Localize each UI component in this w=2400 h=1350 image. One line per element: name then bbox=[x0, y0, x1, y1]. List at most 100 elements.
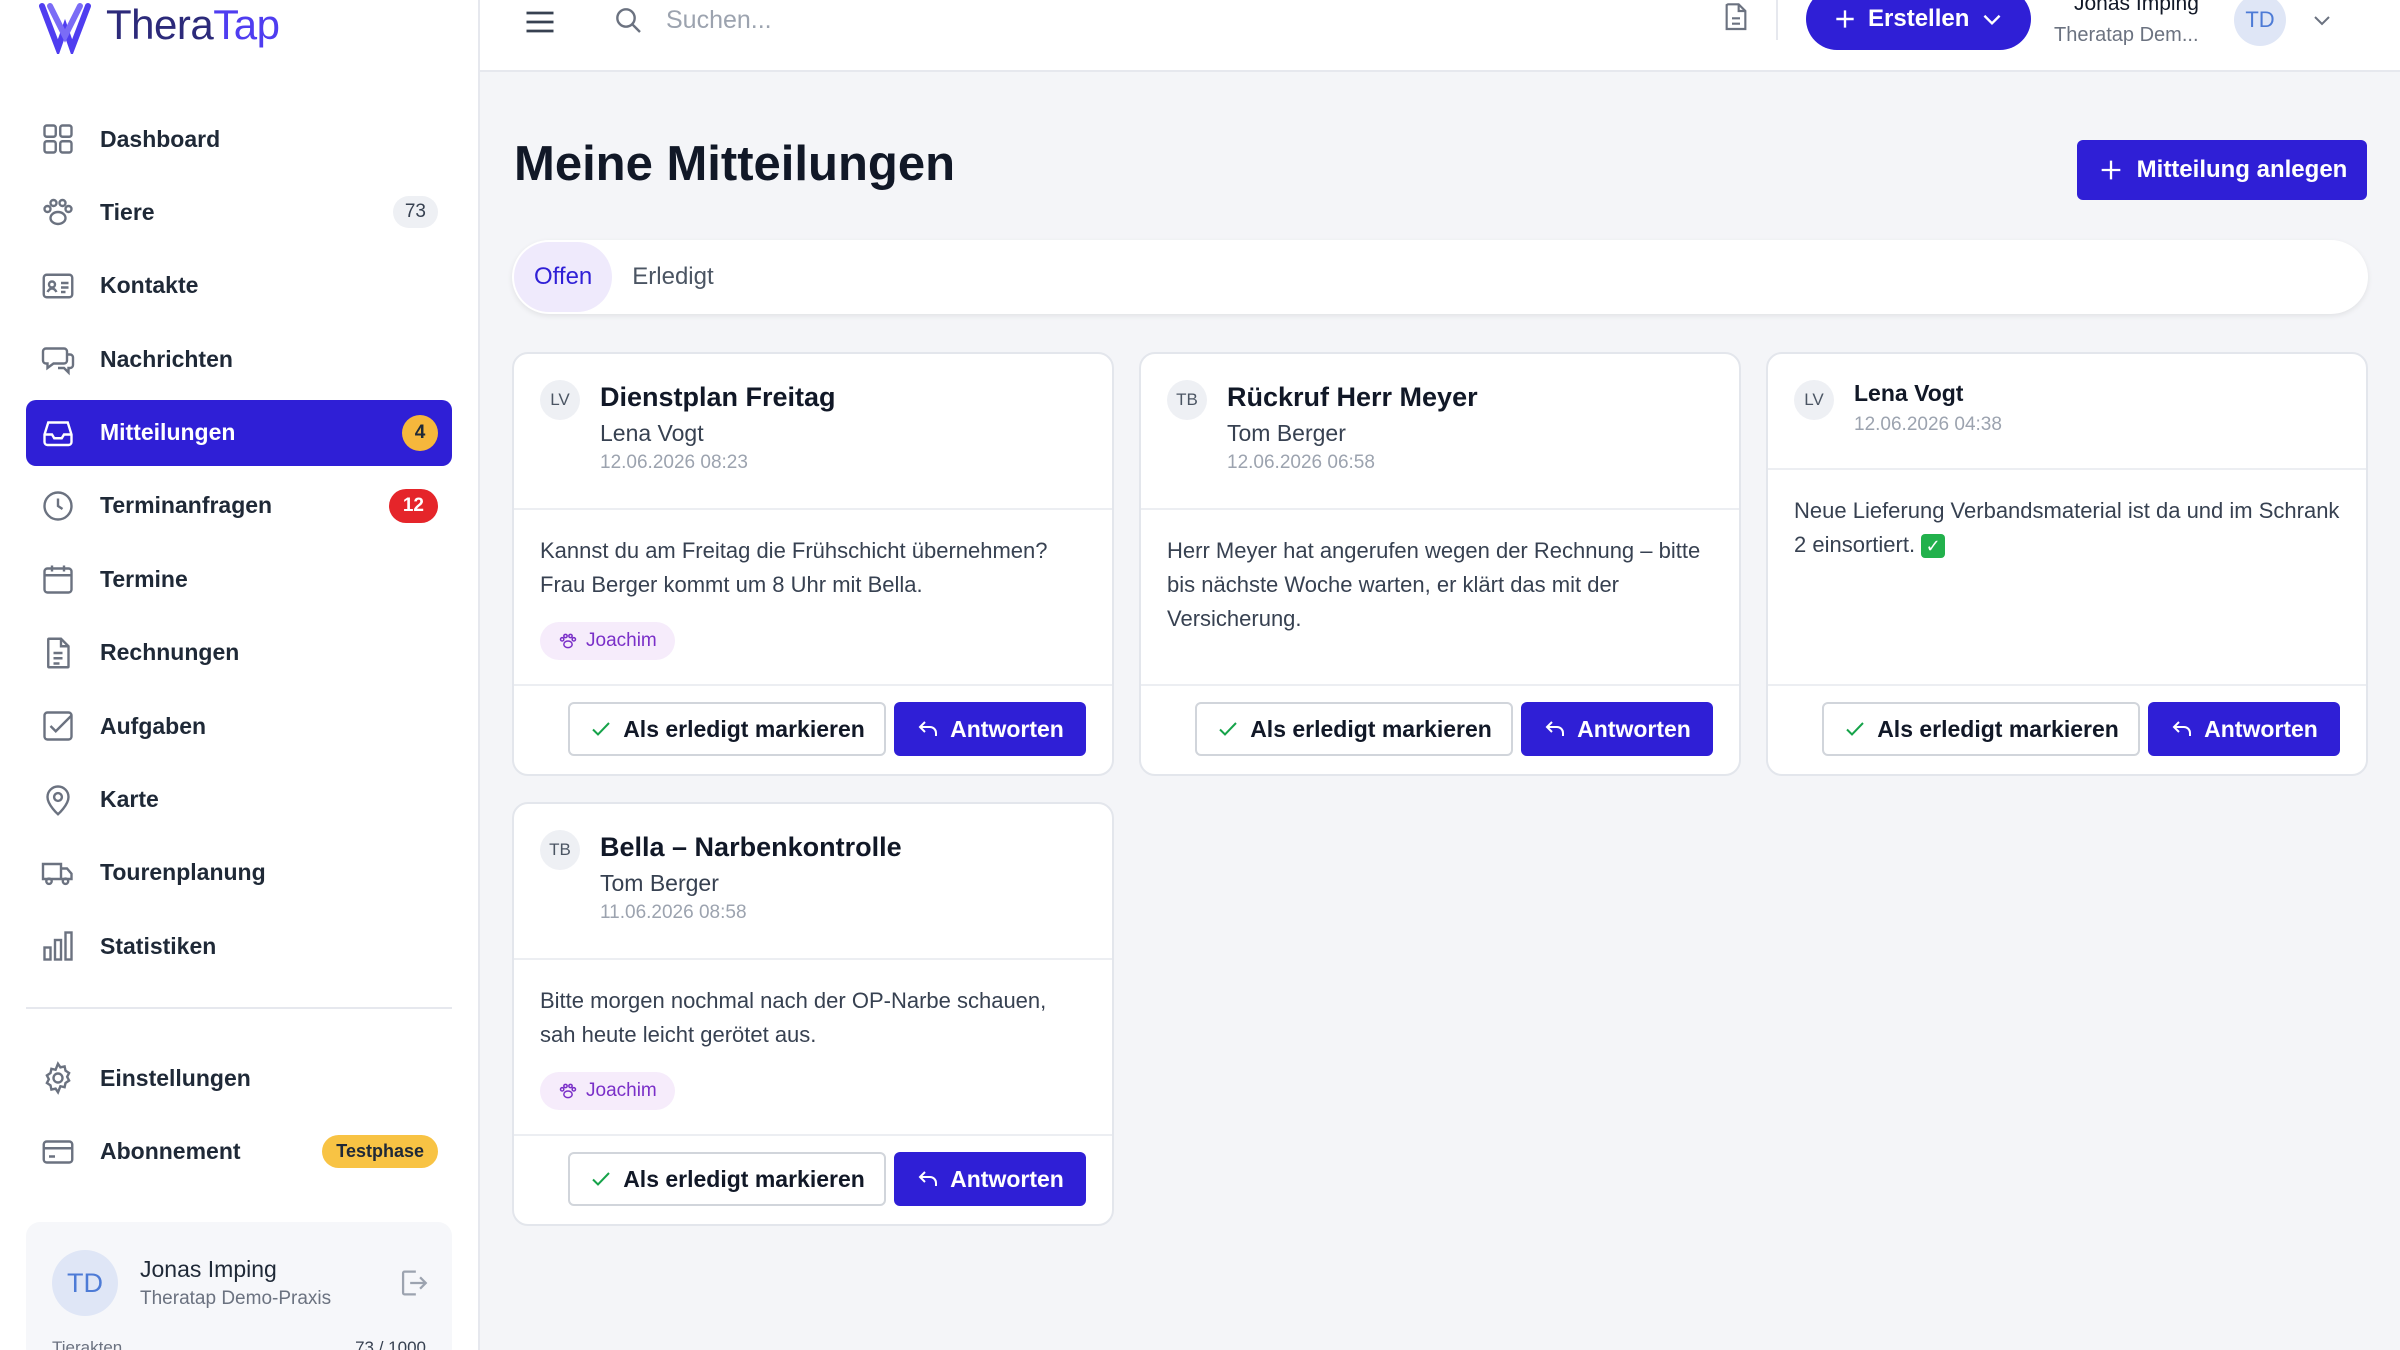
reply-icon bbox=[1543, 717, 1567, 741]
inbox-icon bbox=[40, 415, 76, 451]
top-bar: Erstellen Jonas Imping Theratap Dem... T… bbox=[480, 0, 2400, 72]
card-author: Tom Berger bbox=[600, 870, 719, 896]
terminanfragen-count-badge: 12 bbox=[388, 488, 438, 523]
sidebar-item-aufgaben[interactable]: Aufgaben bbox=[26, 693, 452, 759]
message-card: LV Dienstplan Freitag Lena Vogt 12.06.20… bbox=[512, 352, 1114, 776]
truck-icon bbox=[40, 855, 76, 891]
sidebar-item-label: Mitteilungen bbox=[100, 419, 236, 446]
mark-done-label: Als erledigt markieren bbox=[1250, 715, 1492, 742]
mark-done-button[interactable]: Als erledigt markieren bbox=[1195, 702, 1513, 756]
map-pin-icon bbox=[40, 782, 76, 818]
card-actions: Als erledigt markieren Antworten bbox=[514, 1134, 1112, 1224]
mark-done-button[interactable]: Als erledigt markieren bbox=[568, 702, 886, 756]
create-button-label: Erstellen bbox=[1868, 5, 1970, 32]
sidebar-item-tourenplanung[interactable]: Tourenplanung bbox=[26, 840, 452, 906]
sidebar-item-label: Aufgaben bbox=[100, 712, 207, 739]
paw-icon bbox=[40, 194, 76, 230]
sidebar-item-einstellungen[interactable]: Einstellungen bbox=[26, 1045, 452, 1111]
brand-name-thera: Thera bbox=[106, 1, 214, 48]
card-header: TB Bella – Narbenkontrolle Tom Berger 11… bbox=[514, 804, 1112, 960]
avatar: TD bbox=[52, 1250, 118, 1316]
author-initials-badge: TB bbox=[540, 830, 580, 870]
calendar-icon bbox=[40, 561, 76, 597]
sidebar-item-label: Kontakte bbox=[100, 272, 199, 299]
reply-button[interactable]: Antworten bbox=[1521, 702, 1713, 756]
sidebar-item-label: Einstellungen bbox=[100, 1064, 251, 1091]
card-actions: Als erledigt markieren Antworten bbox=[1768, 684, 2366, 774]
card-body-text: Neue Lieferung Verbandsmaterial ist da u… bbox=[1794, 498, 2340, 557]
card-title: Rückruf Herr Meyer bbox=[1227, 382, 1478, 412]
topbar-user-name: Jonas Imping bbox=[2074, 0, 2199, 15]
sidebar-item-label: Rechnungen bbox=[100, 639, 240, 666]
sidebar-item-karte[interactable]: Karte bbox=[26, 767, 452, 833]
animal-tag-label: Joachim bbox=[586, 630, 657, 651]
sidebar-item-label: Karte bbox=[100, 786, 159, 813]
reply-label: Antworten bbox=[950, 715, 1064, 742]
card-header: LV Lena Vogt 12.06.2026 04:38 bbox=[1768, 354, 2366, 470]
brand-name: TheraTap bbox=[106, 1, 280, 49]
message-card: LV Lena Vogt 12.06.2026 04:38 Neue Liefe… bbox=[1766, 352, 2368, 776]
card-date: 12.06.2026 08:23 bbox=[600, 452, 748, 473]
reply-icon bbox=[2170, 717, 2194, 741]
paw-icon bbox=[558, 1081, 578, 1101]
sidebar-item-terminanfragen[interactable]: Terminanfragen 12 bbox=[26, 473, 452, 539]
author-initials-badge: TB bbox=[1167, 380, 1207, 420]
brand-name-tap: Tap bbox=[213, 1, 280, 48]
sidebar-divider bbox=[26, 1007, 452, 1010]
theratap-logo[interactable]: TheraTap bbox=[36, 0, 280, 56]
sidebar-item-label: Tourenplanung bbox=[100, 859, 266, 886]
card-author: Lena Vogt bbox=[600, 420, 704, 446]
quota-label: Tierakten bbox=[52, 1338, 123, 1350]
add-message-button[interactable]: Mitteilung anlegen bbox=[2077, 140, 2367, 200]
message-card: TB Rückruf Herr Meyer Tom Berger 12.06.2… bbox=[1139, 352, 1741, 776]
create-button[interactable]: Erstellen bbox=[1806, 0, 2032, 50]
card-author: Lena Vogt bbox=[1854, 380, 1964, 406]
animal-tag[interactable]: Joachim bbox=[540, 622, 675, 660]
topbar-user-org: Theratap Dem... bbox=[2054, 24, 2199, 46]
reply-button[interactable]: Antworten bbox=[894, 702, 1086, 756]
check-icon bbox=[1216, 717, 1240, 741]
avatar[interactable]: TD bbox=[2234, 0, 2286, 46]
sidebar-user-card[interactable]: TD Jonas Imping Theratap Demo-Praxis Tie… bbox=[26, 1222, 452, 1350]
plus-icon bbox=[2097, 156, 2125, 184]
sidebar-item-abonnement[interactable]: Abonnement Testphase bbox=[26, 1119, 452, 1185]
card-body: Herr Meyer hat angerufen wegen der Rechn… bbox=[1167, 538, 1701, 631]
logout-icon[interactable] bbox=[396, 1266, 430, 1300]
reply-label: Antworten bbox=[2204, 715, 2318, 742]
author-initials-badge: LV bbox=[1794, 380, 1834, 420]
card-body: Neue Lieferung Verbandsmaterial ist da u… bbox=[1794, 494, 2340, 562]
hamburger-menu-icon[interactable] bbox=[522, 4, 558, 40]
status-tabs: Offen Erledigt bbox=[512, 240, 2368, 314]
animal-tag-label: Joachim bbox=[586, 1080, 657, 1101]
sidebar-item-kontakte[interactable]: Kontakte bbox=[26, 253, 452, 319]
trial-badge: Testphase bbox=[322, 1135, 438, 1169]
gear-icon bbox=[40, 1060, 76, 1096]
search-icon bbox=[612, 4, 644, 36]
chevron-down-icon[interactable] bbox=[2310, 8, 2334, 32]
card-actions: Als erledigt markieren Antworten bbox=[514, 684, 1112, 774]
document-icon[interactable] bbox=[1720, 0, 1752, 34]
sidebar-item-mitteilungen[interactable]: Mitteilungen 4 bbox=[26, 399, 452, 466]
reply-button[interactable]: Antworten bbox=[894, 1152, 1086, 1206]
mitteilungen-count-badge: 4 bbox=[402, 414, 438, 451]
sidebar-item-statistiken[interactable]: Statistiken bbox=[26, 913, 452, 979]
contact-card-icon bbox=[40, 268, 76, 304]
sidebar-item-nachrichten[interactable]: Nachrichten bbox=[26, 326, 452, 392]
animal-tag[interactable]: Joachim bbox=[540, 1072, 675, 1110]
sidebar: TheraTap Dashboard Tiere 73 Kontakte Nac… bbox=[0, 0, 480, 1350]
sidebar-item-tiere[interactable]: Tiere 73 bbox=[26, 179, 452, 245]
sidebar-item-termine[interactable]: Termine bbox=[26, 546, 452, 612]
reply-icon bbox=[916, 1167, 940, 1191]
check-icon bbox=[589, 1167, 613, 1191]
sidebar-item-label: Dashboard bbox=[100, 125, 221, 152]
reply-button[interactable]: Antworten bbox=[2148, 702, 2340, 756]
sidebar-item-rechnungen[interactable]: Rechnungen bbox=[26, 620, 452, 686]
card-header: LV Dienstplan Freitag Lena Vogt 12.06.20… bbox=[514, 354, 1112, 510]
card-body: Bitte morgen nochmal nach der OP-Narbe s… bbox=[540, 988, 1047, 1047]
mark-done-button[interactable]: Als erledigt markieren bbox=[1822, 702, 2140, 756]
search-input[interactable] bbox=[666, 0, 1266, 40]
tab-offen[interactable]: Offen bbox=[514, 242, 613, 312]
mark-done-button[interactable]: Als erledigt markieren bbox=[568, 1152, 886, 1206]
tab-erledigt[interactable]: Erledigt bbox=[612, 242, 733, 312]
sidebar-item-dashboard[interactable]: Dashboard bbox=[26, 106, 452, 172]
